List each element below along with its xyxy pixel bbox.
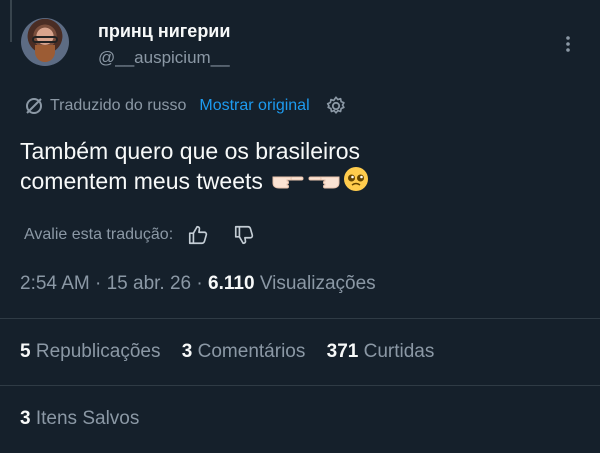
rate-translation-row: Avalie esta tradução: bbox=[24, 224, 255, 246]
rate-translation-label: Avalie esta tradução: bbox=[24, 226, 174, 243]
translation-row: Traduzido do russo Mostrar original bbox=[24, 95, 347, 117]
likes-count: 371 bbox=[326, 341, 359, 362]
more-options-icon[interactable] bbox=[558, 34, 578, 54]
author-display-name[interactable]: принц нигерии bbox=[98, 21, 230, 42]
reposts-label: Republicações bbox=[35, 341, 161, 362]
tweet-date[interactable]: 15 abr. 26 bbox=[107, 273, 192, 294]
pointing-right-hand-emoji bbox=[272, 176, 304, 189]
divider bbox=[0, 318, 600, 319]
meta-separator: · bbox=[95, 273, 102, 294]
translate-icon bbox=[26, 98, 42, 114]
thread-line bbox=[10, 0, 12, 42]
tweet-text: Também quero que os brasileiros comentem… bbox=[20, 136, 580, 196]
tweet-meta: 2:54 AM · 15 abr. 26 · 6.110 Visualizaçõ… bbox=[20, 273, 376, 295]
reposts-count: 5 bbox=[20, 341, 31, 362]
views-count: 6.110 bbox=[208, 273, 255, 294]
show-original-link[interactable]: Mostrar original bbox=[199, 97, 309, 115]
views-label: Visualizações bbox=[259, 273, 376, 294]
meta-separator: · bbox=[196, 273, 203, 294]
avatar-beard bbox=[35, 45, 55, 62]
tweet-text-line-2: comentem meus tweets bbox=[20, 166, 580, 196]
comments-label: Comentários bbox=[197, 341, 306, 362]
avatar[interactable] bbox=[21, 18, 69, 66]
saved-count: 3 bbox=[20, 408, 31, 429]
tweet-time[interactable]: 2:54 AM bbox=[20, 273, 90, 294]
tweet-text-line-1: Também quero que os brasileiros bbox=[20, 138, 361, 164]
pointing-left-hand-emoji bbox=[308, 176, 340, 189]
likes-label: Curtidas bbox=[363, 341, 435, 362]
reposts-stat[interactable]: 5 Republicações bbox=[20, 341, 161, 362]
thumbs-down-icon[interactable] bbox=[233, 224, 255, 246]
engagement-stats: 5 Republicações 3 Comentários 371 Curtid… bbox=[20, 341, 450, 363]
saved-label: Itens Salvos bbox=[35, 408, 140, 429]
likes-stat[interactable]: 371 Curtidas bbox=[327, 341, 435, 362]
saved-stat[interactable]: 3 Itens Salvos bbox=[20, 408, 139, 430]
gear-icon[interactable] bbox=[325, 95, 347, 117]
pleading-face-emoji bbox=[344, 167, 369, 191]
comments-count: 3 bbox=[181, 341, 193, 362]
avatar-glasses bbox=[32, 36, 58, 43]
divider bbox=[0, 385, 600, 386]
comments-stat[interactable]: 3 Comentários bbox=[182, 341, 306, 362]
thumbs-up-icon[interactable] bbox=[187, 224, 209, 246]
translated-from-label: Traduzido do russo bbox=[50, 97, 187, 114]
author-handle[interactable]: @__auspicium__ bbox=[98, 48, 230, 68]
tweet-text-line-2-words: comentem meus tweets bbox=[20, 168, 263, 194]
